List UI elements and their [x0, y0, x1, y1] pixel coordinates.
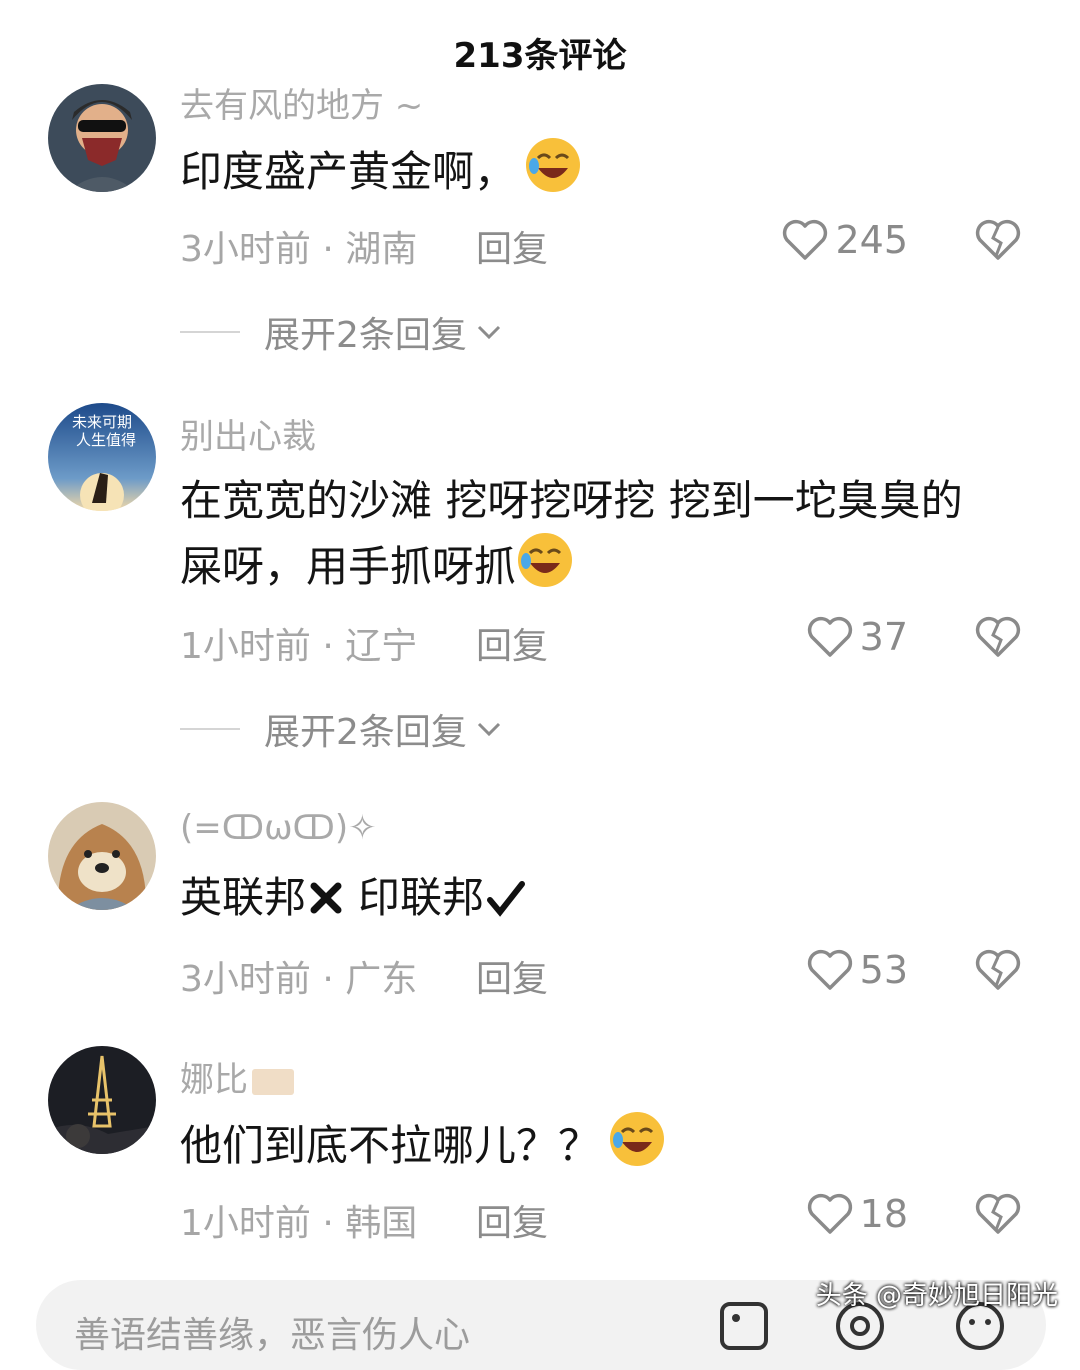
- expand-replies-button[interactable]: 展开2条回复: [180, 703, 505, 755]
- comment-text-content: 屎呀，用手抓呀抓: [180, 542, 517, 591]
- expand-replies-label: 展开2条回复: [264, 315, 467, 356]
- username[interactable]: 娜比: [180, 1052, 294, 1101]
- comment-text-content: 印度盛产黄金啊，: [180, 147, 517, 196]
- check-mark-icon: [487, 881, 526, 917]
- reply-button[interactable]: 回复: [476, 950, 548, 1002]
- avatar[interactable]: [48, 84, 156, 192]
- reply-button[interactable]: 回复: [476, 617, 548, 669]
- dislike-button[interactable]: [974, 948, 1022, 996]
- cross-mark-icon: [310, 882, 342, 914]
- comment-text-line: 在宽宽的沙滩 挖呀挖呀挖 挖到一坨臭臭的: [180, 476, 963, 525]
- comment-text: 印度盛产黄金啊，: [180, 136, 1030, 212]
- heart-icon: [807, 949, 852, 990]
- comment-input[interactable]: 善语结善缘，恶言伤人心: [74, 1306, 470, 1358]
- avatar-text: 人生值得: [76, 431, 136, 449]
- avatar[interactable]: [48, 1046, 156, 1154]
- broken-heart-icon: [975, 1193, 1021, 1234]
- comment-time-location: 1小时前 · 韩国: [180, 1203, 418, 1244]
- like-button[interactable]: 18: [806, 1192, 908, 1236]
- comment-count-title: 213条评论: [453, 36, 627, 76]
- username[interactable]: 别出心裁: [180, 409, 316, 458]
- comment-text-content: 印联邦: [358, 873, 485, 922]
- username[interactable]: (=ↀωↀ)✧: [180, 808, 377, 848]
- dislike-button[interactable]: [974, 1192, 1022, 1240]
- divider-line: [180, 331, 240, 333]
- badge-icon: [252, 1068, 294, 1095]
- rofl-emoji-icon: [524, 136, 582, 212]
- broken-heart-icon: [975, 949, 1021, 990]
- avatar-text: 未来可期: [72, 413, 132, 431]
- like-button[interactable]: 37: [806, 615, 908, 659]
- username-text: 娜比: [180, 1060, 248, 1100]
- like-count: 18: [859, 1192, 908, 1236]
- heart-icon: [807, 1193, 852, 1234]
- chevron-down-icon: [477, 325, 500, 340]
- dislike-button[interactable]: [974, 615, 1022, 663]
- reply-button[interactable]: 回复: [476, 1194, 548, 1246]
- rofl-emoji-icon: [516, 531, 574, 607]
- like-button[interactable]: 245: [781, 218, 908, 262]
- comment-text-line: 屎呀，用手抓呀抓: [180, 531, 1030, 607]
- chevron-down-icon: [477, 722, 500, 737]
- expand-replies-label: 展开2条回复: [264, 712, 467, 753]
- like-button[interactable]: 53: [806, 948, 908, 992]
- comment-text-content: 英联邦: [180, 873, 307, 922]
- dislike-button[interactable]: [974, 218, 1022, 266]
- image-icon[interactable]: [716, 1298, 772, 1354]
- heart-icon: [807, 616, 852, 657]
- like-count: 53: [859, 948, 908, 992]
- comment-text-content: 他们到底不拉哪儿？？: [180, 1121, 601, 1170]
- comment-text: 他们到底不拉哪儿？？: [180, 1110, 1030, 1186]
- expand-replies-button[interactable]: 展开2条回复: [180, 306, 505, 358]
- like-count: 245: [835, 218, 908, 262]
- comment-time-location: 3小时前 · 湖南: [180, 229, 418, 270]
- comment-time-location: 1小时前 · 辽宁: [180, 626, 418, 667]
- reply-button[interactable]: 回复: [476, 220, 548, 272]
- avatar[interactable]: [48, 802, 156, 910]
- watermark: 头条 @奇妙旭日阳光: [815, 1281, 1058, 1311]
- username[interactable]: 去有风的地方 ~: [180, 78, 423, 127]
- comment-text: 英联邦 印联邦: [180, 866, 1030, 930]
- comment-time-location: 3小时前 · 广东: [180, 959, 418, 1000]
- rofl-emoji-icon: [608, 1110, 666, 1186]
- avatar[interactable]: 未来可期 人生值得: [48, 403, 156, 511]
- like-count: 37: [859, 615, 908, 659]
- divider-line: [180, 728, 240, 730]
- broken-heart-icon: [975, 616, 1021, 657]
- heart-icon: [783, 219, 828, 260]
- broken-heart-icon: [975, 219, 1021, 260]
- comment-text: 在宽宽的沙滩 挖呀挖呀挖 挖到一坨臭臭的 屎呀，用手抓呀抓: [180, 469, 1030, 607]
